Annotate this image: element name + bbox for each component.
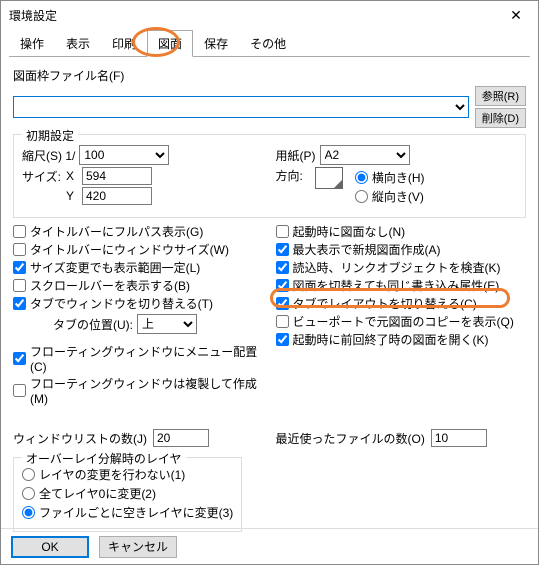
chk-floatcopy[interactable] bbox=[13, 384, 26, 397]
paper-label: 用紙(P) bbox=[276, 147, 316, 164]
chk-nodrawing[interactable] bbox=[276, 225, 289, 238]
orient-landscape-radio[interactable] bbox=[355, 171, 368, 184]
tab-strip: 操作 表示 印刷 図面 保存 その他 bbox=[9, 29, 530, 57]
chk-floatmenu[interactable] bbox=[13, 352, 26, 365]
chk-maxnew[interactable] bbox=[276, 243, 289, 256]
size-x-input[interactable] bbox=[82, 167, 152, 185]
window-title: 環境設定 bbox=[9, 7, 57, 24]
chk-tabwin[interactable] bbox=[13, 297, 26, 310]
chk-viewport[interactable] bbox=[276, 315, 289, 328]
tab-hozon[interactable]: 保存 bbox=[193, 30, 239, 57]
chk-reopen[interactable] bbox=[276, 333, 289, 346]
ok-button[interactable]: OK bbox=[11, 536, 89, 558]
browse-button[interactable]: 参照(R) bbox=[475, 86, 526, 106]
orient-label: 方向: bbox=[276, 167, 303, 184]
tab-zumen[interactable]: 図面 bbox=[147, 30, 193, 57]
winlist-label: ウィンドウリストの数(J) bbox=[13, 430, 147, 447]
orient-portrait-label: 縦向き(V) bbox=[372, 188, 424, 205]
overlay-opt2[interactable] bbox=[22, 487, 35, 500]
recent-input[interactable] bbox=[431, 429, 487, 447]
scale-label: 縮尺(S) 1/ bbox=[22, 147, 75, 164]
orient-landscape-label: 横向き(H) bbox=[372, 169, 425, 186]
tab-sonota[interactable]: その他 bbox=[239, 30, 297, 57]
close-button[interactable]: ✕ bbox=[496, 2, 536, 28]
overlay-title: オーバーレイ分解時のレイヤ bbox=[22, 450, 186, 467]
tabpos-select[interactable]: 上 bbox=[137, 314, 197, 334]
paper-select[interactable]: A2 bbox=[320, 145, 410, 165]
chk-resize[interactable] bbox=[13, 261, 26, 274]
recent-label: 最近使ったファイルの数(O) bbox=[276, 430, 425, 447]
frame-file-label: 図面枠ファイル名(F) bbox=[13, 67, 124, 84]
chk-tablayout[interactable] bbox=[276, 297, 289, 310]
orient-portrait-radio[interactable] bbox=[355, 190, 368, 203]
chk-winsize[interactable] bbox=[13, 243, 26, 256]
chk-sameattr[interactable] bbox=[276, 279, 289, 292]
overlay-opt3[interactable] bbox=[22, 506, 35, 519]
winlist-input[interactable] bbox=[153, 429, 209, 447]
size-y-input[interactable] bbox=[82, 187, 152, 205]
size-x-label: X bbox=[66, 169, 78, 183]
size-y-label: Y bbox=[66, 189, 78, 203]
delete-button[interactable]: 削除(D) bbox=[475, 108, 526, 128]
chk-fullpath[interactable] bbox=[13, 225, 26, 238]
tab-sousa[interactable]: 操作 bbox=[9, 30, 55, 57]
tab-insatsu[interactable]: 印刷 bbox=[101, 30, 147, 57]
chk-scrollbar[interactable] bbox=[13, 279, 26, 292]
frame-file-select[interactable] bbox=[13, 96, 469, 118]
chk-linkcheck[interactable] bbox=[276, 261, 289, 274]
scale-select[interactable]: 100 bbox=[79, 145, 169, 165]
tab-hyouji[interactable]: 表示 bbox=[55, 30, 101, 57]
group-title: 初期設定 bbox=[22, 127, 78, 144]
size-label: サイズ: bbox=[22, 168, 62, 185]
tabpos-label: タブの位置(U): bbox=[53, 316, 133, 333]
paper-icon bbox=[315, 167, 343, 189]
cancel-button[interactable]: キャンセル bbox=[99, 536, 177, 558]
overlay-opt1[interactable] bbox=[22, 468, 35, 481]
